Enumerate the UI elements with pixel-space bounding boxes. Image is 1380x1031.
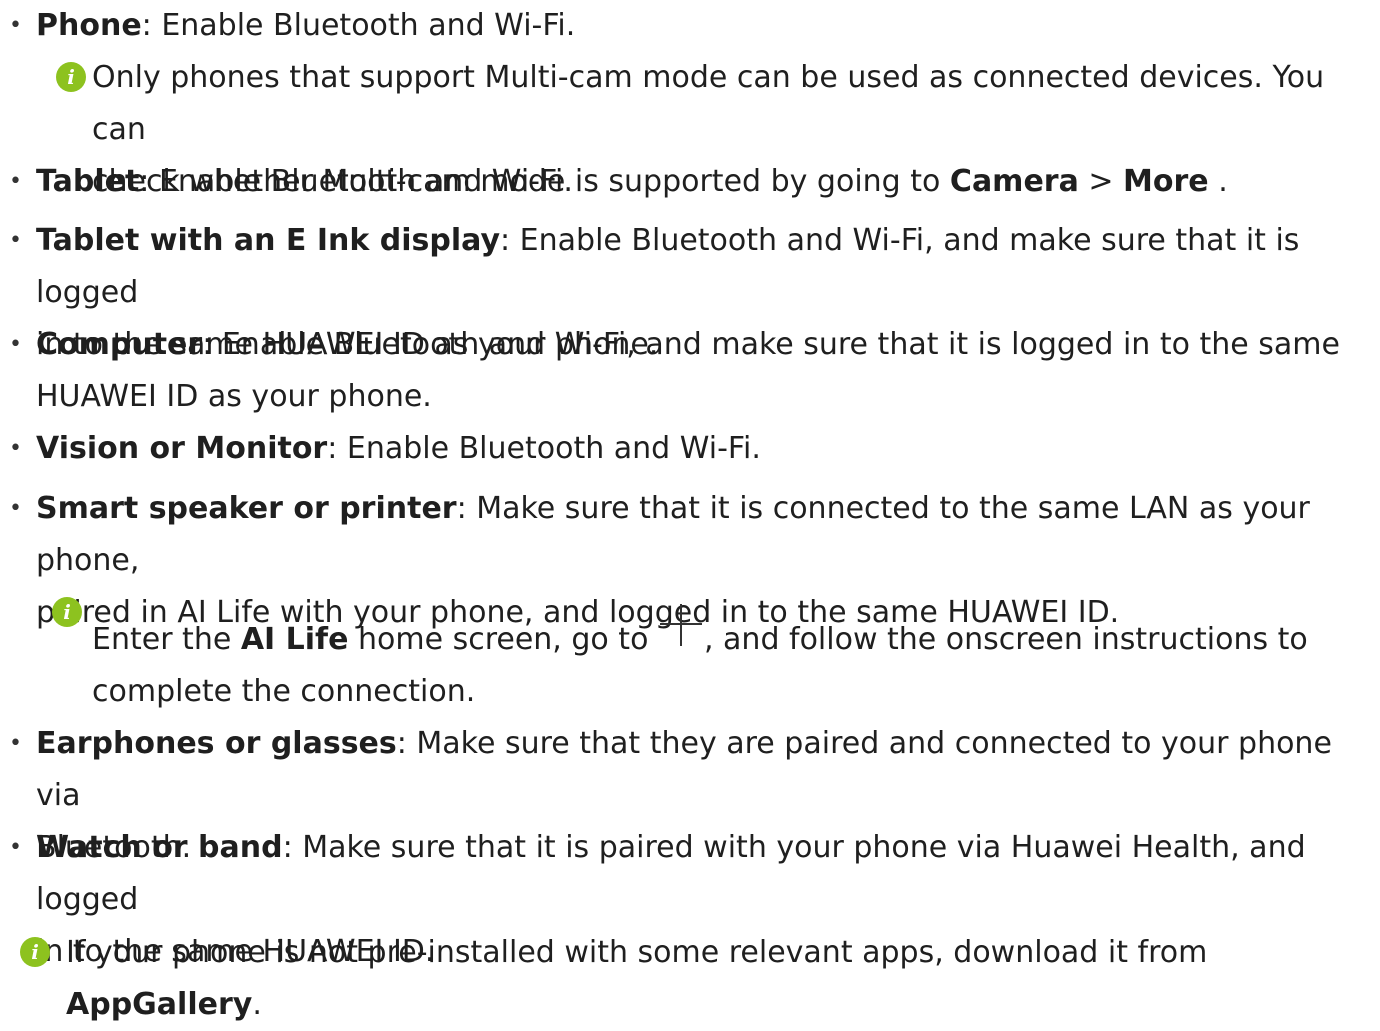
bullet: • [9,13,22,38]
item-text: : Enable Bluetooth and Wi-Fi. [327,431,761,466]
info-icon: i [20,937,50,967]
appgallery-label: AppGallery [66,987,253,1022]
ai-life-label: AI Life [240,622,349,657]
bullet: • [9,436,22,461]
note-ailife: Enter the AI Life home screen, go to , a… [92,604,1362,718]
note-apps: If your phone is not pre-installed with … [66,935,1208,1022]
list-item-computer: • Computer: Enable Bluetooth and Wi-Fi, … [9,319,1371,423]
item-text: : Enable Bluetooth and Wi-Fi. [141,8,576,43]
item-text: : Enable Bluetooth and Wi-Fi. [139,164,573,199]
item-title: Earphones or glasses [36,726,397,761]
item-title: Vision or Monitor [36,431,328,466]
note-line: Enter the AI Life home screen, go to , a… [92,604,1362,666]
item-title: Watch or band [36,830,283,865]
item-title: Phone [36,8,142,43]
item-title: Computer [36,327,203,362]
bullet: • [9,731,22,756]
info-icon: i [56,62,86,92]
list-item-tablet: • Tablet: Enable Bluetooth and Wi-Fi. [9,156,1371,208]
bullet: • [9,332,22,357]
bullet: • [9,496,22,521]
note-line: complete the connection. [92,674,476,709]
item-title: Smart speaker or printer [36,491,457,526]
item-title: Tablet with an E Ink display [36,223,501,258]
note-line: Only phones that support Multi-cam mode … [92,60,1325,147]
item-text-line2: HUAWEI ID as your phone. [36,379,432,414]
list-item-vision: • Vision or Monitor: Enable Bluetooth an… [9,423,1371,475]
add-icon [658,604,704,666]
bullet: • [9,835,22,860]
bullet: • [9,228,22,253]
item-text: : Enable Bluetooth and Wi-Fi, and make s… [202,327,1340,362]
item-title: Tablet [36,164,140,199]
info-icon: i [52,597,82,627]
list-item-phone: • Phone: Enable Bluetooth and Wi-Fi. [9,0,1371,52]
bullet: • [9,169,22,194]
